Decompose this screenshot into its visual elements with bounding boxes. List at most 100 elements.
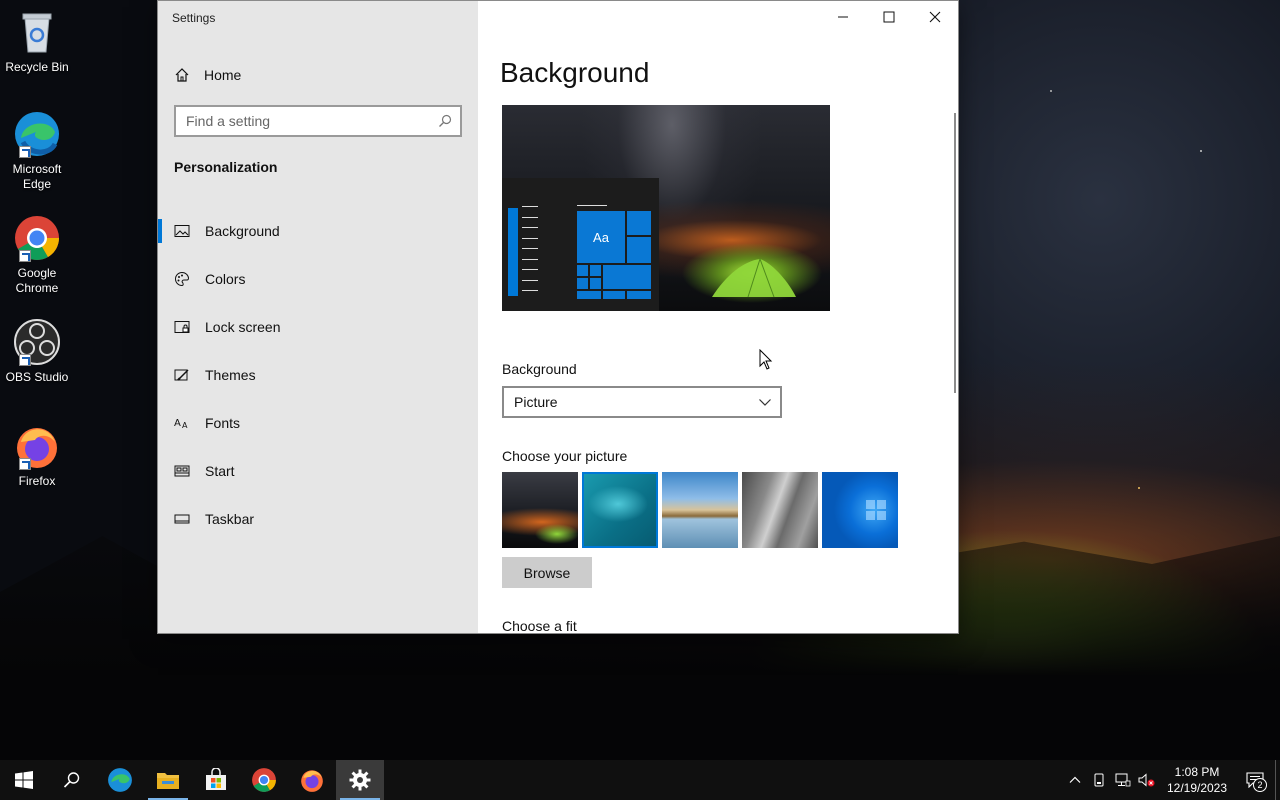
desktop-icon-label: OBS Studio (5, 370, 69, 384)
taskbar-settings[interactable] (336, 760, 384, 800)
preview-start-menu: Aa (502, 178, 659, 311)
search-icon[interactable] (430, 107, 460, 135)
volume-button[interactable] (1135, 760, 1159, 800)
picture-thumbnail[interactable] (662, 472, 738, 548)
clock-time: 1:08 PM (1174, 765, 1220, 779)
home-link[interactable]: Home (174, 63, 241, 87)
preview-tile (590, 278, 601, 289)
start-button[interactable] (0, 760, 48, 800)
shortcut-arrow-icon (19, 354, 31, 366)
picture-thumbnail[interactable] (742, 472, 818, 548)
choose-fit-label: Choose a fit (502, 618, 577, 633)
desktop-icon-firefox[interactable]: Firefox (4, 422, 70, 489)
taskbar-file-explorer[interactable] (144, 760, 192, 800)
search-input[interactable] (186, 113, 430, 129)
sidebar-item-lock-screen[interactable]: Lock screen (158, 303, 478, 351)
show-hidden-icons-button[interactable] (1063, 760, 1087, 800)
sidebar-nav: Background Colors Lock screen Themes A A… (158, 207, 478, 543)
search-button[interactable] (48, 760, 96, 800)
maximize-button[interactable] (866, 1, 912, 33)
lock-screen-icon (174, 319, 190, 335)
chevron-down-icon (758, 395, 772, 412)
notification-count-badge: 2 (1253, 778, 1267, 792)
sidebar-item-start[interactable]: Start (158, 447, 478, 495)
sidebar-item-label: Background (205, 223, 280, 239)
desktop-icon-label: Firefox (18, 474, 56, 488)
preview-menu-lines (522, 206, 538, 301)
picture-thumbnail[interactable] (822, 472, 898, 548)
desktop-icon-edge[interactable]: Microsoft Edge (4, 110, 70, 192)
edge-icon (13, 110, 61, 158)
desktop-icon-label: Recycle Bin (5, 60, 69, 74)
preview-tile-large: Aa (577, 211, 625, 263)
home-label: Home (204, 67, 242, 83)
desktop-icon-chrome[interactable]: Google Chrome (4, 214, 70, 296)
sidebar-item-label: Start (205, 463, 235, 479)
preview-tile (577, 278, 588, 289)
settings-content: Background Aa Background Picture Choose … (478, 1, 958, 633)
network-icon (1115, 773, 1131, 787)
volume-muted-icon (1138, 773, 1155, 787)
settings-sidebar: Settings Home Personalization Background (158, 1, 478, 633)
obs-icon (13, 318, 61, 366)
picture-thumbnail[interactable] (502, 472, 578, 548)
preview-tile (627, 237, 651, 263)
search-icon (63, 772, 80, 788)
sidebar-item-label: Themes (205, 367, 256, 383)
sidebar-item-taskbar[interactable]: Taskbar (158, 495, 478, 543)
preview-tile (627, 291, 651, 299)
preview-tent (712, 258, 796, 298)
desktop-icon-label: Microsoft Edge (12, 162, 62, 191)
sidebar-item-label: Colors (205, 271, 246, 287)
taskbar-store[interactable] (192, 760, 240, 800)
desktop-icon-recycle-bin[interactable]: Recycle Bin (4, 8, 70, 75)
taskbar-firefox[interactable] (288, 760, 336, 800)
svg-text:A: A (182, 421, 188, 430)
clock[interactable]: 1:08 PM 12/19/2023 (1159, 764, 1235, 796)
dropdown-value: Picture (514, 394, 558, 410)
action-center-button[interactable]: 2 (1235, 760, 1275, 800)
chrome-icon (13, 214, 61, 262)
maximize-icon (883, 11, 895, 23)
chrome-icon (252, 768, 276, 792)
sidebar-item-fonts[interactable]: AA Fonts (158, 399, 478, 447)
desktop-icon-obs[interactable]: OBS Studio (4, 318, 70, 385)
start-icon (174, 463, 190, 479)
tray-device-button[interactable] (1087, 760, 1111, 800)
taskbar-edge[interactable] (96, 760, 144, 800)
browse-button[interactable]: Browse (502, 557, 592, 588)
wallpaper-star (1138, 487, 1140, 489)
sidebar-item-label: Taskbar (205, 511, 255, 527)
store-icon (206, 768, 226, 790)
content-scrollbar[interactable] (954, 113, 956, 393)
section-heading: Personalization (174, 159, 278, 175)
picture-thumbnails (502, 472, 902, 548)
palette-icon (174, 271, 190, 287)
wallpaper-star (1050, 90, 1052, 92)
fonts-icon: AA (174, 415, 190, 431)
sidebar-item-themes[interactable]: Themes (158, 351, 478, 399)
choose-picture-label: Choose your picture (502, 448, 628, 464)
search-box[interactable] (174, 105, 462, 137)
chevron-up-icon (1069, 776, 1081, 783)
close-icon (929, 11, 941, 23)
clock-date: 12/19/2023 (1166, 781, 1228, 795)
show-desktop-button[interactable] (1275, 760, 1280, 800)
taskbar-icon (174, 511, 190, 527)
sidebar-item-background[interactable]: Background (158, 207, 478, 255)
windows-start-icon (15, 771, 33, 789)
shortcut-arrow-icon (19, 458, 31, 470)
sidebar-item-colors[interactable]: Colors (158, 255, 478, 303)
minimize-icon (838, 16, 848, 18)
minimize-button[interactable] (820, 1, 866, 33)
close-button[interactable] (912, 1, 958, 33)
picture-thumbnail[interactable] (582, 472, 658, 548)
network-button[interactable] (1111, 760, 1135, 800)
mouse-cursor-icon (759, 349, 773, 370)
preview-tile (577, 291, 601, 299)
home-icon (174, 67, 190, 83)
background-type-dropdown[interactable]: Picture (502, 386, 782, 418)
caption-buttons (820, 1, 958, 33)
picture-icon (174, 223, 190, 239)
taskbar-chrome[interactable] (240, 760, 288, 800)
